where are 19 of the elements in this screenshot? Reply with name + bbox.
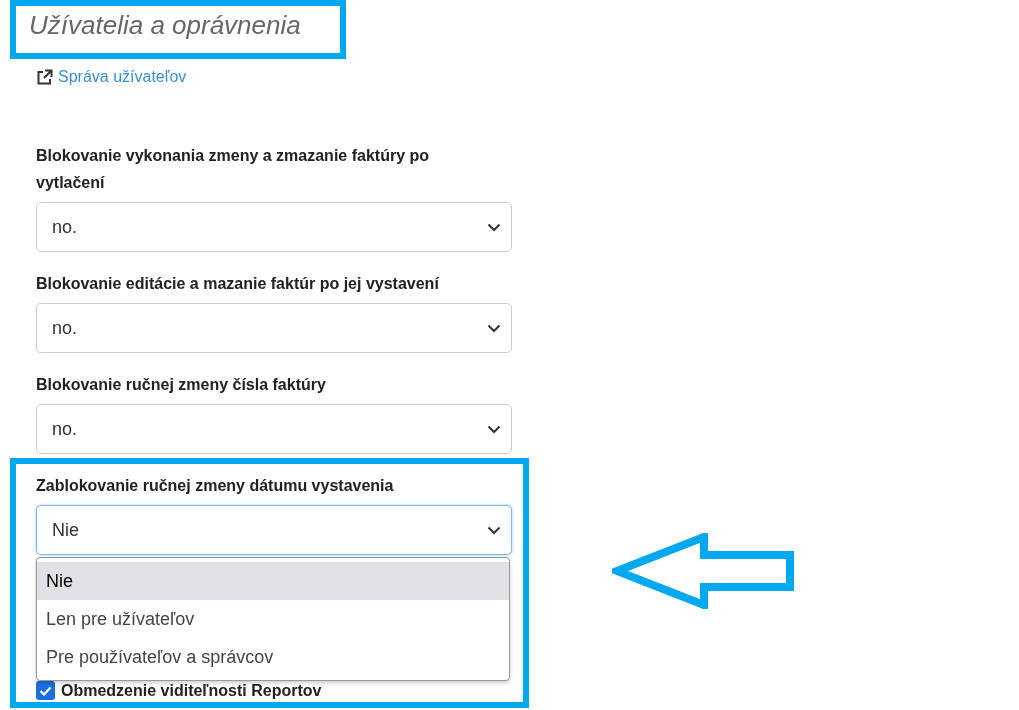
- chevron-icon: [487, 323, 501, 333]
- select-field[interactable]: no.: [36, 202, 512, 252]
- chevron-icon: [487, 222, 501, 232]
- dropdown-option[interactable]: Nie: [37, 562, 509, 600]
- field-label: Blokovanie vykonania zmeny a zmazanie faktúry po vytlačení: [36, 146, 431, 193]
- page-title: Užívatelia a oprávnenia: [29, 9, 301, 42]
- field-label: Zablokovanie ručnej zmeny dátumu vystavenia: [36, 476, 395, 496]
- user-management-link[interactable]: Správa užívateľov: [36, 67, 187, 87]
- checkbox-label: Obmedzenie viditeľnosti Reportov: [61, 681, 322, 700]
- checkbox[interactable]: [36, 681, 55, 700]
- field-label: Blokovanie ručnej zmeny čísla faktúry: [36, 375, 327, 395]
- field-label: Blokovanie editácie a mazanie faktúr po jej vystavení: [36, 274, 440, 294]
- select-field[interactable]: no.: [36, 404, 512, 454]
- dropdown-option[interactable]: Len pre užívateľov: [37, 600, 509, 638]
- external-link-icon: [36, 68, 53, 86]
- select-field[interactable]: no.: [36, 303, 512, 353]
- dropdown-option[interactable]: Pre používateľov a správcov: [37, 638, 509, 676]
- chevron-icon: [487, 525, 501, 535]
- chevron-icon: [487, 424, 501, 434]
